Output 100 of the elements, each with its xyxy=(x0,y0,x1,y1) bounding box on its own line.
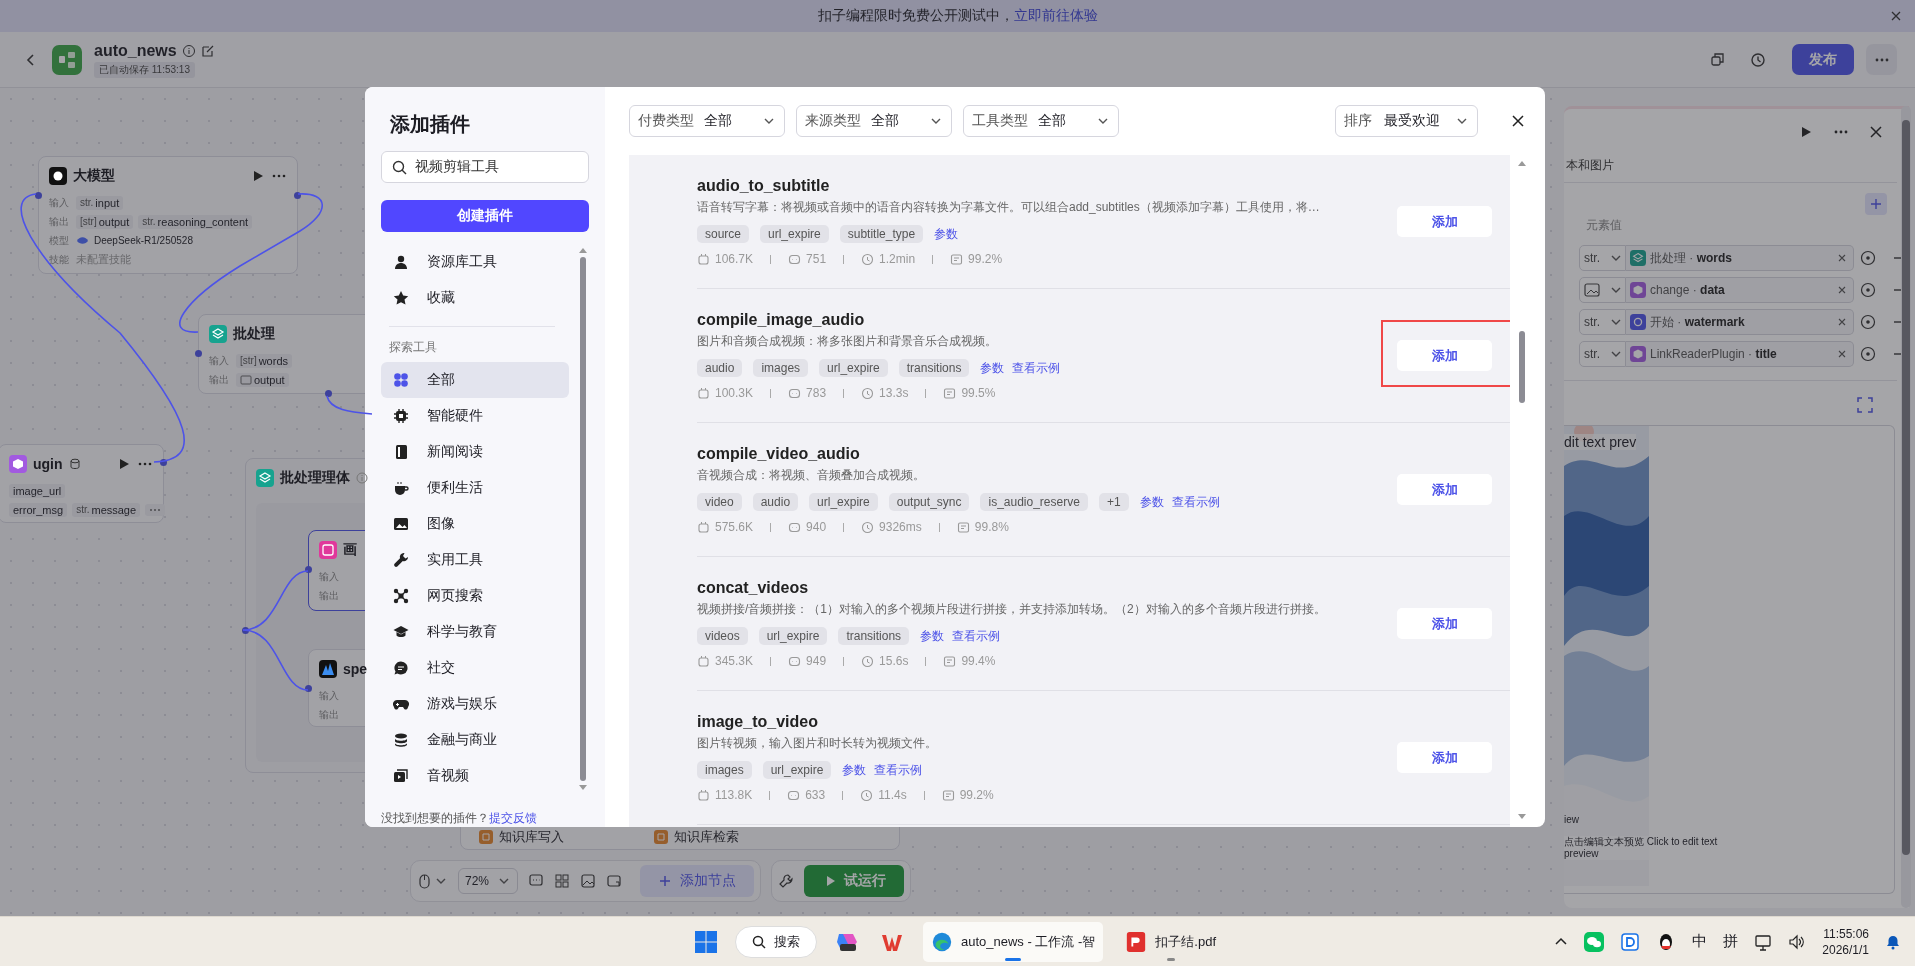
reference-field[interactable]: change · data xyxy=(1626,277,1854,303)
plugin-name: compile_video_audio xyxy=(697,445,861,463)
stat-value: 11.4s xyxy=(878,788,907,802)
row-label: 输入 xyxy=(49,195,70,210)
node-title: 知识库写入 xyxy=(499,828,564,846)
category-item[interactable]: 实用工具 xyxy=(381,542,569,578)
panel-tab[interactable]: 本和图片 xyxy=(1564,155,1897,183)
parameter-tag: video xyxy=(697,493,742,511)
taskbar-search[interactable]: 搜索 xyxy=(734,925,817,958)
parameter-tag: url_expire xyxy=(762,761,832,779)
parameter-tag: transitions xyxy=(838,627,910,645)
stat-value: 99.8% xyxy=(974,520,1009,534)
node-title: ugin xyxy=(33,456,63,472)
footer-text: 没找到想要的插件？ xyxy=(381,811,489,825)
category-item[interactable]: 新闻阅读 xyxy=(381,434,569,470)
add-button[interactable]: 添加 xyxy=(1397,206,1492,237)
parameter-tag: transitions xyxy=(898,359,970,377)
taskbar-app[interactable]: auto_news - 工作流 -智 xyxy=(922,921,1104,962)
create-plugin-button[interactable]: 创建插件 xyxy=(381,200,589,232)
category-item[interactable]: 社交 xyxy=(381,650,569,686)
param-tag: output xyxy=(236,372,289,387)
plugin-link[interactable]: 参数 xyxy=(934,225,959,243)
publish-button[interactable]: 发布 xyxy=(1792,44,1854,75)
workflow-node[interactable]: ugin image_url error_msg str. message xyxy=(0,444,164,523)
plugin-link[interactable]: 参数 xyxy=(980,359,1005,377)
stat-value: 99.4% xyxy=(961,654,996,668)
taskbar-app[interactable]: 扣子结.pdf xyxy=(1117,921,1225,962)
clock-date[interactable]: 2026/1/1 xyxy=(1822,941,1869,958)
model-name: DeepSeek-R1/250528 xyxy=(94,235,193,246)
row-label: 输入 xyxy=(319,688,340,703)
filter-select[interactable]: 付费类型 全部 xyxy=(629,105,785,137)
stat-value: 99.5% xyxy=(961,386,996,400)
feedback-link[interactable]: 提交反馈 xyxy=(489,811,537,825)
category-item[interactable]: 科学与教育 xyxy=(381,614,569,650)
add-button[interactable]: 添加 xyxy=(1397,474,1492,505)
parameter-tag: +1 xyxy=(1098,493,1129,511)
zoom-select[interactable]: 72% xyxy=(458,868,519,894)
stat-value: 345.3K xyxy=(715,654,754,668)
plugin-name: audio_to_subtitle xyxy=(697,177,831,195)
add-button[interactable]: 添加 xyxy=(1397,742,1492,773)
category-item[interactable]: 音视频 xyxy=(381,758,569,792)
plugin-description: 图片转视频，输入图片和时长转为视频文件。 xyxy=(697,735,938,752)
plugin-link[interactable]: 查看示例 xyxy=(952,627,1001,645)
add-button[interactable]: 添加 xyxy=(1397,340,1492,371)
input-method-indicator[interactable]: 拼 xyxy=(1723,932,1739,951)
stat-value: 15.6s xyxy=(879,654,909,668)
stat-value: 783 xyxy=(806,386,827,400)
preview-text: dit text prev xyxy=(1564,434,1637,450)
plugin-link[interactable]: 查看示例 xyxy=(1012,359,1061,377)
stat-value: 940 xyxy=(806,520,827,534)
stat-value: 751 xyxy=(806,252,827,266)
stat-value: 1.2min xyxy=(879,252,916,266)
reference-field[interactable]: LinkReaderPlugin · title xyxy=(1626,341,1854,367)
category-item[interactable]: 网页搜索 xyxy=(381,578,569,614)
plugin-link[interactable]: 查看示例 xyxy=(1171,493,1220,511)
category-item[interactable]: 图像 xyxy=(381,506,569,542)
reference-field[interactable]: 批处理 · words xyxy=(1626,245,1854,271)
stat-value: 633 xyxy=(805,788,826,802)
parameter-tag: videos xyxy=(697,627,748,645)
preview-text: iew xyxy=(1564,814,1579,825)
add-button[interactable]: 添加 xyxy=(1397,608,1492,639)
plugin-link[interactable]: 参数 xyxy=(842,761,867,779)
plugin-name: image_to_video xyxy=(697,713,819,731)
stat-value: 99.2% xyxy=(968,252,1003,266)
plugin-link[interactable]: 参数 xyxy=(920,627,945,645)
category-item[interactable]: 便利生活 xyxy=(381,470,569,506)
clock-time[interactable]: 11:55:06 xyxy=(1823,925,1869,942)
parameter-tag: output_sync xyxy=(888,493,970,511)
reference-field[interactable]: 开始 · watermark xyxy=(1626,309,1854,335)
filter-select[interactable]: 来源类型 全部 xyxy=(796,105,952,137)
search-field[interactable]: 视频剪辑工具 xyxy=(381,151,589,183)
plugin-link[interactable]: 查看示例 xyxy=(874,761,923,779)
stat-value: 113.8K xyxy=(715,788,753,802)
row-label: 输出 xyxy=(209,372,230,387)
filter-select[interactable]: 工具类型 全部 xyxy=(963,105,1119,137)
input-method-indicator[interactable]: 中 xyxy=(1692,932,1708,951)
column-label: 元素值 xyxy=(1585,217,1623,234)
plugin-name: concat_videos xyxy=(697,579,810,597)
row-label: 输入 xyxy=(319,569,340,584)
category-item[interactable]: 全部 xyxy=(381,362,569,398)
parameter-tag: source xyxy=(697,225,750,243)
plugin-description: 视频拼接/音频拼接：（1）对输入的多个视频片段进行拼接，并支持添加转场。（2）对输入的多个音频片段进行拼接。 xyxy=(697,601,1327,618)
parameter-tag: audio xyxy=(697,359,743,377)
category-item[interactable]: 智能硬件 xyxy=(381,398,569,434)
parameter-tag: url_expire xyxy=(809,493,878,511)
category-item[interactable]: 资源库工具 xyxy=(381,244,569,280)
stat-value: 575.6K xyxy=(715,520,754,534)
parameter-tag: audio xyxy=(752,493,799,511)
param-tag: [str] words xyxy=(236,353,292,368)
app-title: auto_news xyxy=(94,41,177,60)
category-item[interactable]: 金融与商业 xyxy=(381,722,569,758)
plugin-link[interactable]: 参数 xyxy=(1139,493,1164,511)
announcement-link[interactable]: 立即前往体验 xyxy=(1013,7,1098,25)
parameter-tag: url_expire xyxy=(758,627,828,645)
announcement-text: 扣子编程限时免费公开测试中， xyxy=(817,7,1014,25)
param-tag: image_url xyxy=(9,483,66,498)
category-item[interactable]: 游戏与娱乐 xyxy=(381,686,569,722)
category-item[interactable]: 收藏 xyxy=(381,280,569,316)
sort-select[interactable]: 排序 最受欢迎 xyxy=(1335,105,1478,137)
stat-value: 100.3K xyxy=(715,386,754,400)
